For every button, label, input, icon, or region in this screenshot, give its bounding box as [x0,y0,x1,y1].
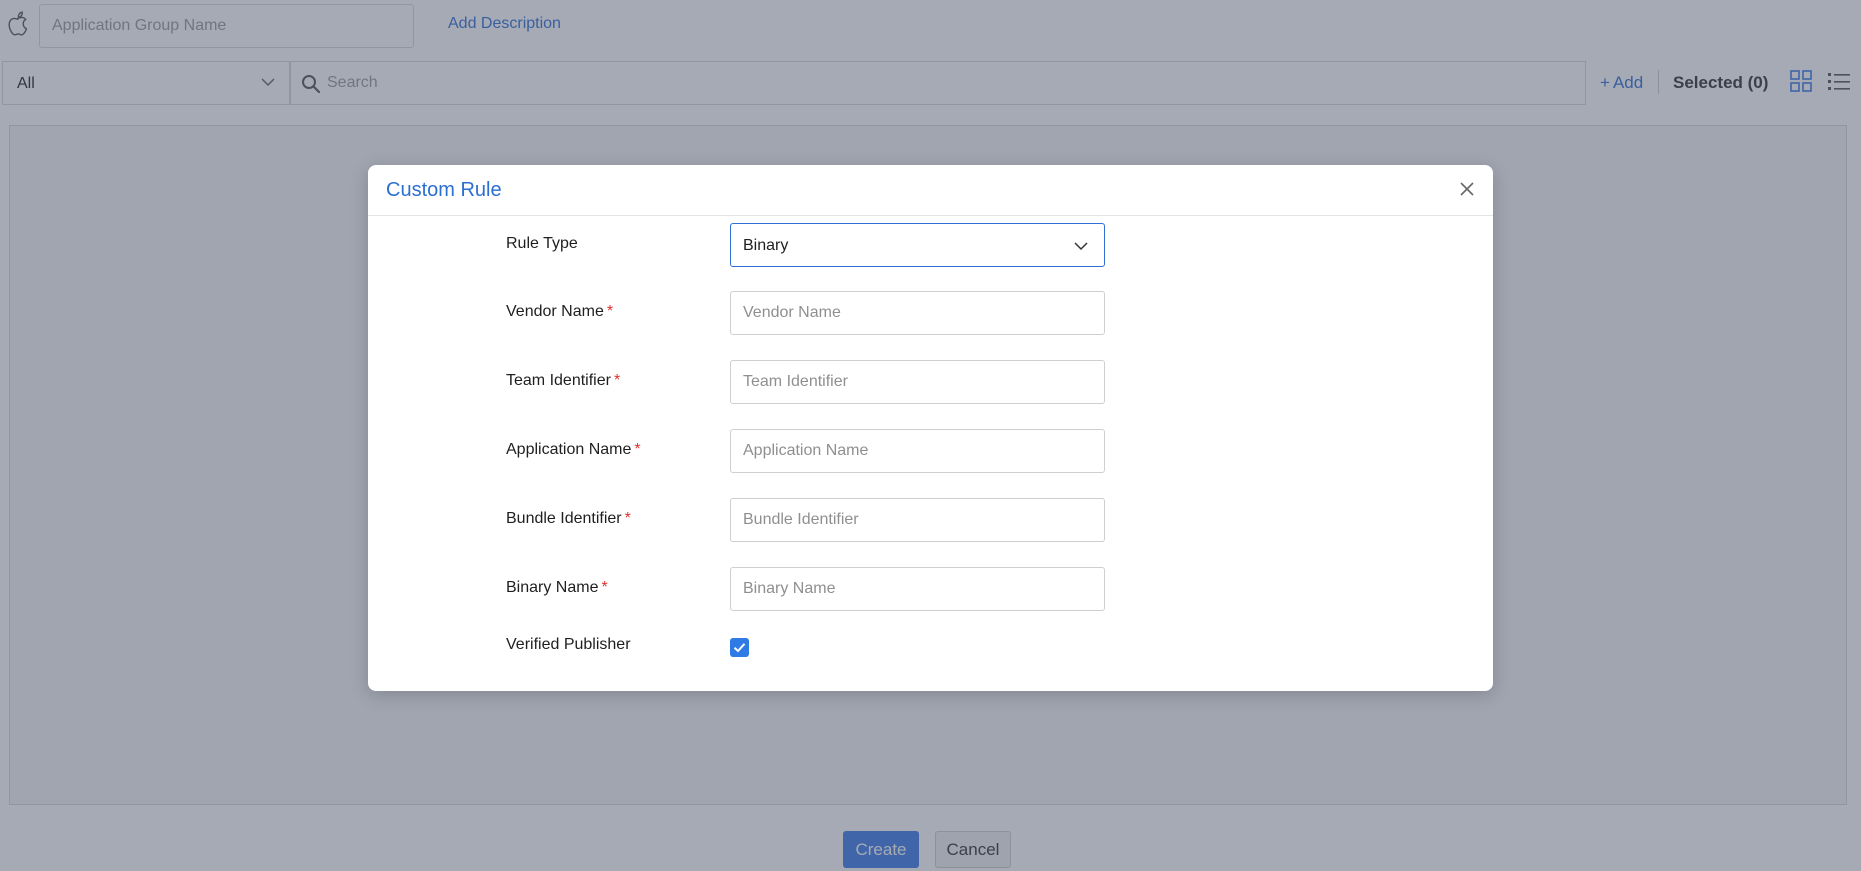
verified-publisher-label: Verified Publisher [506,636,631,653]
team-identifier-label: Team Identifier * [506,372,620,390]
bundle-identifier-input[interactable] [730,498,1105,542]
vendor-name-input[interactable] [730,291,1105,335]
bundle-identifier-label: Bundle Identifier * [506,510,631,528]
binary-name-input[interactable] [730,567,1105,611]
binary-name-label-text: Binary Name [506,579,599,596]
dialog-title: Custom Rule [386,179,502,201]
vendor-name-row: Vendor Name * [368,291,1493,335]
team-identifier-input[interactable] [730,360,1105,404]
binary-name-row: Binary Name * [368,567,1493,611]
application-name-label: Application Name * [506,441,641,459]
custom-rule-dialog: Custom Rule Rule Type Binary Vendor Name… [368,165,1493,691]
bundle-identifier-row: Bundle Identifier * [368,498,1493,542]
verified-publisher-row: Verified Publisher [368,632,1493,676]
required-marker: * [601,579,608,596]
rule-type-label: Rule Type [506,235,578,252]
required-marker: * [613,372,621,389]
team-identifier-label-text: Team Identifier [506,372,611,389]
application-name-input[interactable] [730,429,1105,473]
application-name-row: Application Name * [368,429,1493,473]
rule-type-dropdown[interactable]: Binary [730,223,1105,267]
verified-publisher-checkbox[interactable] [730,638,749,657]
close-icon[interactable] [1459,181,1475,197]
chevron-down-icon [1074,242,1088,251]
team-identifier-row: Team Identifier * [368,360,1493,404]
dialog-header: Custom Rule [368,165,1493,216]
check-icon [733,643,746,653]
vendor-name-label-text: Vendor Name [506,303,604,320]
vendor-name-label: Vendor Name * [506,303,613,321]
application-name-label-text: Application Name [506,441,632,458]
required-marker: * [634,441,641,458]
rule-type-value: Binary [743,237,789,254]
required-marker: * [624,510,631,527]
required-marker: * [606,303,614,320]
rule-type-row: Rule Type Binary [368,223,1493,267]
binary-name-label: Binary Name * [506,579,608,597]
bundle-identifier-label-text: Bundle Identifier [506,510,622,527]
